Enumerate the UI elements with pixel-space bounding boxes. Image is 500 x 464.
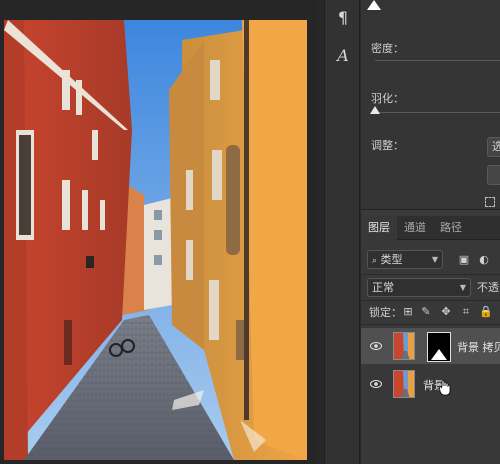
mask-shape-icon	[431, 349, 447, 360]
layer-row-background-copy[interactable]: 背景 拷贝	[361, 328, 500, 364]
lock-image-brush-icon[interactable]: ✎	[419, 305, 433, 319]
tab-channels[interactable]: 通道	[397, 216, 433, 240]
layers-panel: 图层 通道 路径 ⌕ 类型 ▼ ▣ ◐ 正常 ▼ 不透 锁定： ⊞ ✎ ✥ ⌗ …	[361, 216, 500, 464]
paragraph-icon[interactable]: ¶	[331, 6, 355, 30]
document-canvas-area	[0, 0, 318, 464]
character-icon[interactable]: A	[331, 44, 355, 68]
blend-mode-dropdown[interactable]: 正常 ▼	[367, 278, 471, 297]
filter-pixel-icon[interactable]: ▣	[457, 253, 471, 267]
hand-cursor-icon	[439, 380, 451, 396]
chevron-down-icon: ▼	[459, 283, 466, 292]
divider	[361, 300, 500, 301]
blend-mode-value: 正常	[372, 281, 394, 294]
alley-photo-image	[4, 20, 307, 460]
load-selection-icon[interactable]	[485, 197, 495, 207]
layers-tabs: 图层 通道 路径	[361, 216, 500, 240]
lock-label: 锁定：	[369, 306, 402, 319]
feather-slider-track[interactable]	[375, 112, 500, 113]
divider	[361, 324, 500, 325]
density-label: 密度：	[371, 42, 404, 55]
mask-indicator-icon	[367, 0, 381, 10]
adjust-label: 调整：	[371, 139, 404, 152]
divider	[361, 274, 500, 275]
properties-footer	[361, 194, 500, 210]
layer-filter-dropdown[interactable]: ⌕ 类型 ▼	[367, 250, 443, 269]
lock-transparent-icon[interactable]: ⊞	[401, 305, 415, 319]
lock-artboard-icon[interactable]: ⌗	[459, 305, 473, 319]
properties-panel: 密度： 羽化： 调整： 选	[361, 0, 500, 210]
panel-dock-toolstrip: ¶ A	[324, 0, 360, 464]
feather-slider-thumb[interactable]	[370, 106, 380, 114]
lock-all-icon[interactable]: 🔒	[479, 305, 493, 319]
photoshop-window: ¶ A 密度： 羽化： 调整： 选 图层 通道 路径 ⌕ 类型 ▼ ▣ ◐ 正常…	[0, 0, 500, 464]
filter-adjustment-icon[interactable]: ◐	[477, 253, 491, 267]
lock-position-move-icon[interactable]: ✥	[439, 305, 453, 319]
select-and-mask-button[interactable]: 选	[487, 137, 500, 157]
layer-name[interactable]: 背景 拷贝	[457, 339, 500, 355]
density-slider-track[interactable]	[375, 60, 500, 61]
properties-header	[361, 0, 500, 14]
layer-mask-thumbnail[interactable]	[427, 332, 451, 362]
layer-thumbnail	[393, 370, 415, 398]
tab-paths[interactable]: 路径	[433, 216, 469, 240]
opacity-label: 不透	[477, 281, 499, 294]
eye-icon[interactable]	[370, 340, 382, 352]
feather-label: 羽化：	[371, 92, 404, 105]
search-icon: ⌕	[372, 256, 378, 266]
street-photo[interactable]	[4, 20, 307, 460]
layer-row-background[interactable]: 背景	[361, 366, 500, 402]
eye-icon[interactable]	[370, 378, 382, 390]
chevron-down-icon: ▼	[431, 255, 438, 264]
color-range-button[interactable]	[487, 165, 500, 185]
filter-kind-label: 类型	[380, 253, 403, 266]
right-panels: 密度： 羽化： 调整： 选 图层 通道 路径 ⌕ 类型 ▼ ▣ ◐ 正常 ▼ 不…	[361, 0, 500, 464]
layer-thumbnail	[393, 332, 415, 360]
tab-layers[interactable]: 图层	[361, 216, 397, 240]
